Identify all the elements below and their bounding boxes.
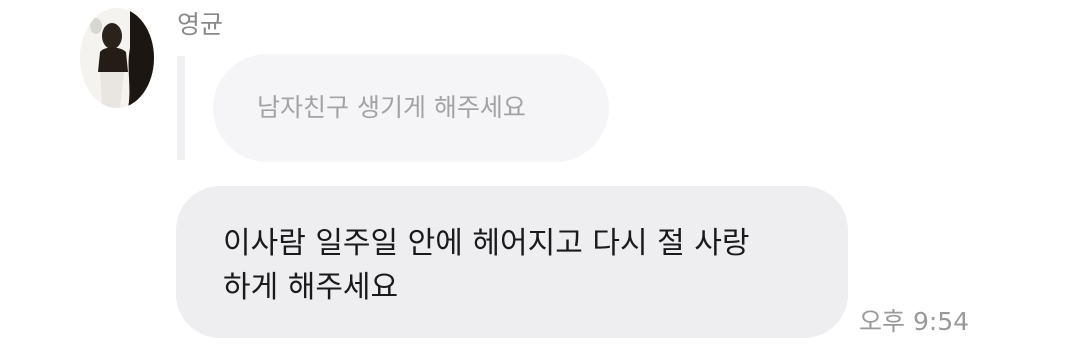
profile-photo-icon: [80, 8, 154, 108]
message-text-line: 이사람 일주일 안에 헤어지고 다시 절 사랑: [223, 226, 750, 261]
sender-name: 영균: [177, 10, 224, 39]
reply-indicator-bar: [177, 56, 185, 160]
avatar[interactable]: [80, 8, 154, 108]
message-text-line: 하게 해주세요: [223, 270, 399, 305]
message-timestamp: 오후 9:54: [859, 307, 970, 336]
quoted-message-text: 남자친구 생기게 해주세요: [257, 93, 526, 122]
